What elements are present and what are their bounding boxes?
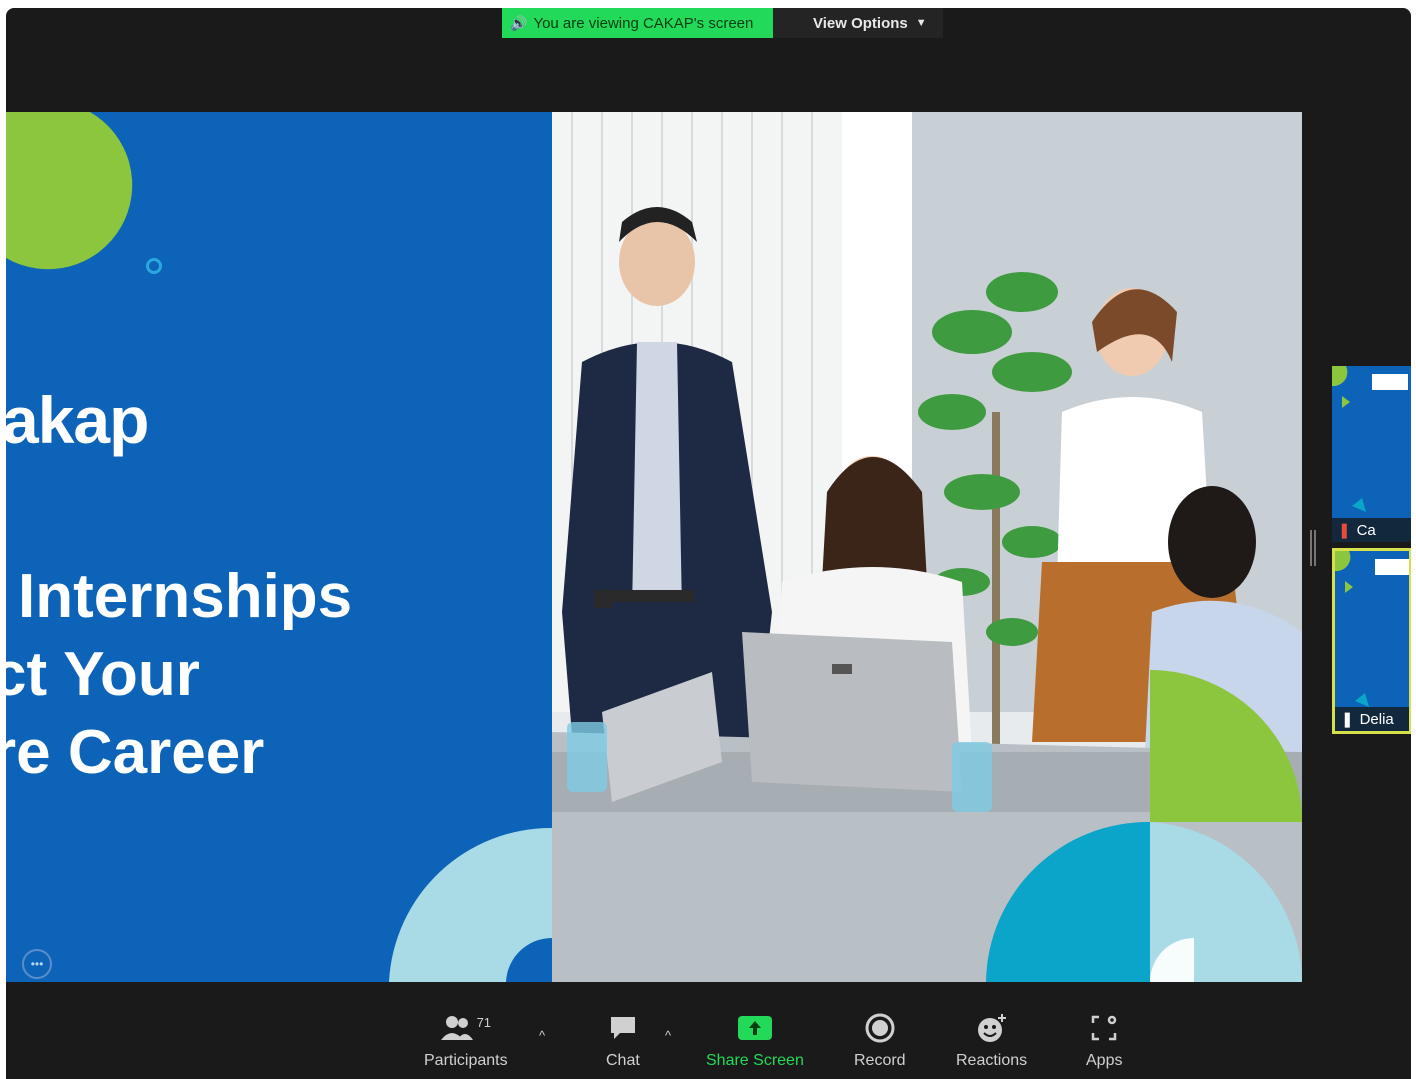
record-button[interactable]: Record [854,1010,906,1070]
participant-label: ❚ Delia [1335,707,1409,731]
reactions-label: Reactions [956,1052,1028,1069]
share-screen-button[interactable]: Share Screen [706,1010,804,1070]
share-screen-label: Share Screen [706,1052,804,1069]
participants-label: Participants [424,1052,508,1069]
participants-caret-icon[interactable]: ^ [539,1028,545,1043]
meeting-toolbar: 71 Participants ^ Chat ^ Share Screen Re… [6,998,1411,1079]
screen-share-banner: 🔊 You are viewing CAKAP's screen View Op… [502,8,943,38]
participants-count: 71 [476,1014,492,1030]
participant-label: ❚ Ca [1332,518,1411,542]
apps-label: Apps [1086,1052,1123,1069]
share-screen-icon [737,1010,773,1046]
participant-thumbnail-active[interactable]: ❚ Delia [1332,548,1411,734]
record-icon [865,1010,895,1046]
zoom-meeting-window: 🔊 You are viewing CAKAP's screen View Op… [6,8,1411,1079]
participant-name: Delia [1359,710,1394,728]
participant-name: Ca [1356,521,1376,539]
view-options-label: View Options [813,14,908,32]
more-icon[interactable]: ••• [22,949,52,979]
green-shape [6,112,133,270]
slide-text-panel: akap Internships ct Your re Career ••• [6,112,552,982]
slide-headline: Internships ct Your re Career [6,558,352,792]
thumbnail-slide [1335,551,1409,711]
chat-button[interactable]: Chat [606,1010,640,1070]
viewing-indicator: 🔊 You are viewing CAKAP's screen [502,8,773,38]
reactions-icon [976,1010,1008,1046]
slide-decoration [6,112,552,982]
record-label: Record [854,1052,906,1069]
photo-illustration [552,112,1302,982]
circle-dot [146,258,162,274]
resize-handle[interactable] [1310,530,1316,566]
headline-line-2: ct Your [6,640,200,709]
pin-icon: ❚ [1341,711,1354,728]
thumbnail-slide [1332,366,1411,518]
viewing-text: You are viewing CAKAP's screen [533,14,754,32]
speaker-icon: 🔊 [510,14,528,31]
chat-label: Chat [606,1052,640,1069]
office-team-photo [552,112,1302,982]
chevron-down-icon: ▼ [915,17,927,29]
chat-icon [608,1010,638,1046]
participants-icon: 71 [440,1010,492,1046]
view-options-button[interactable]: View Options ▼ [773,8,943,38]
participants-button[interactable]: 71 Participants [424,1010,508,1070]
headline-line-1: Internships [18,562,353,631]
headline-line-3: re Career [6,718,265,787]
reactions-button[interactable]: Reactions [956,1010,1027,1070]
apps-icon [1090,1010,1118,1046]
participant-thumbnail[interactable]: ❚ Ca [1332,366,1411,542]
pin-icon: ❚ [1338,522,1351,539]
apps-button[interactable]: Apps [1086,1010,1122,1070]
shared-screen: akap Internships ct Your re Career ••• [6,112,1302,982]
brand-text: akap [6,383,149,457]
chat-caret-icon[interactable]: ^ [665,1028,671,1043]
